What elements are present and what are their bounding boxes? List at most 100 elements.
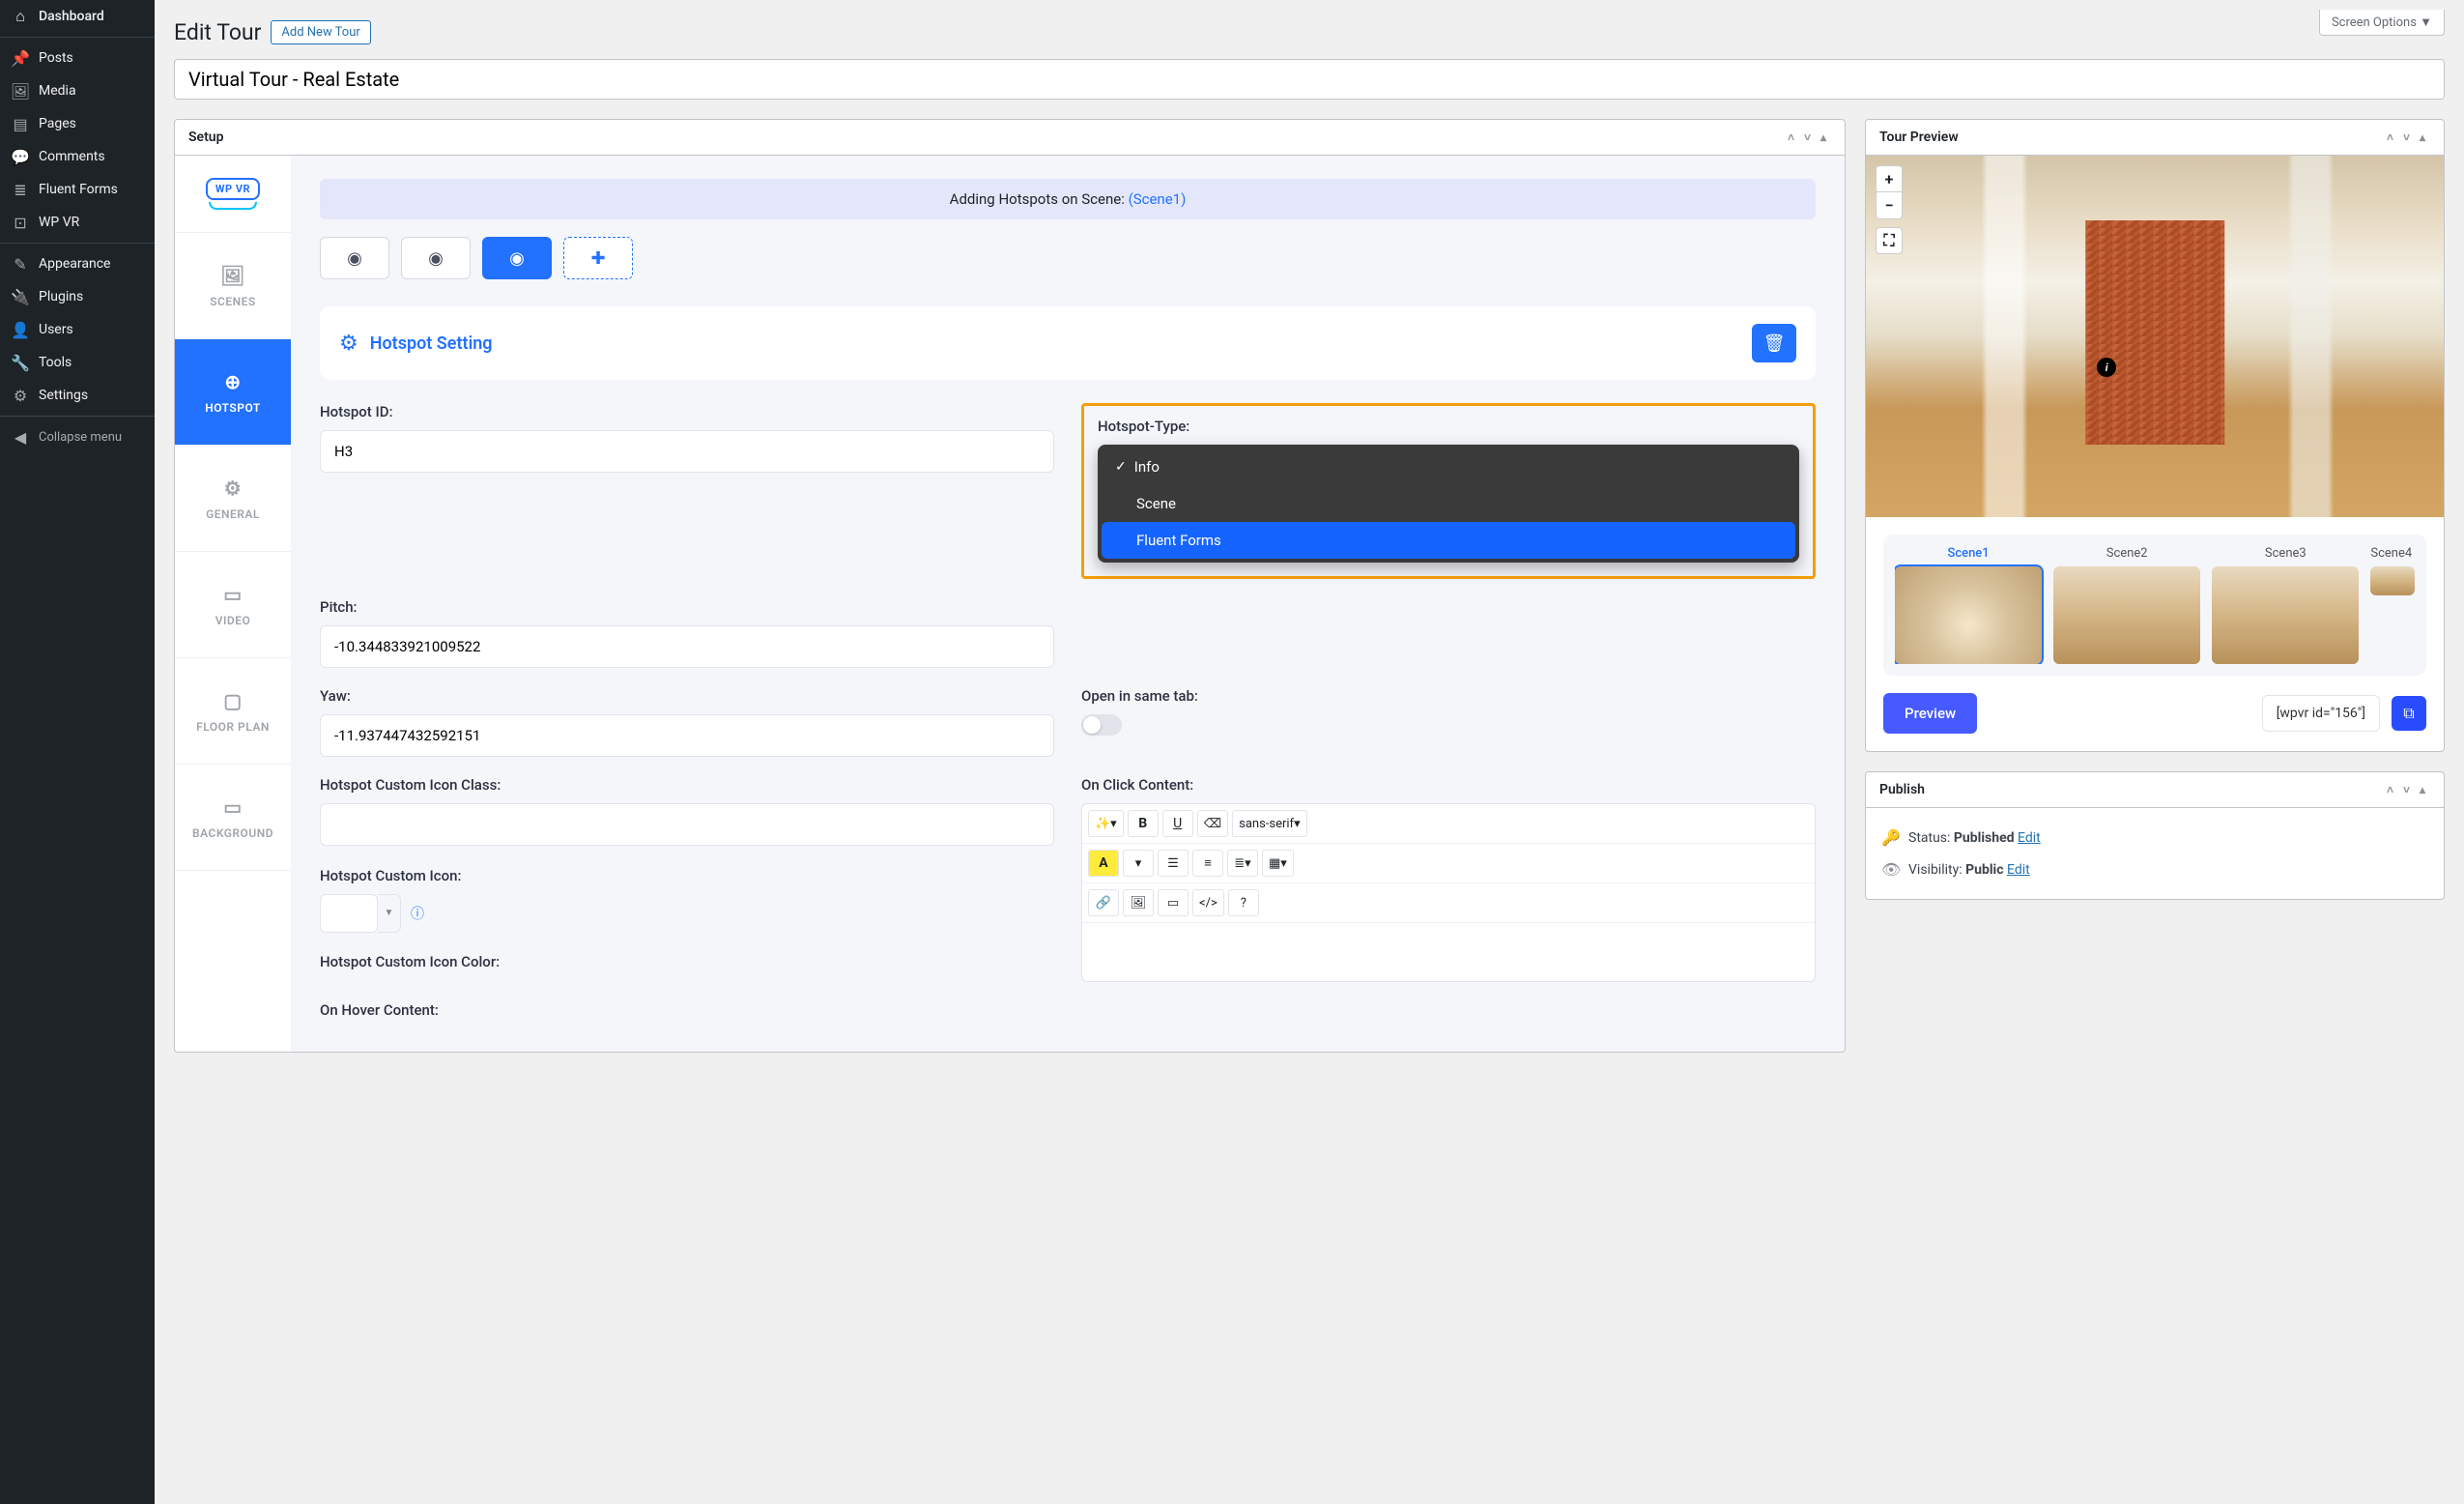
yaw-input[interactable] <box>320 714 1054 757</box>
ed-image-button[interactable]: 🖼 <box>1123 889 1154 916</box>
on-click-editor[interactable]: ✨▾ B U ⌫ sans-serif ▾ A ▾ <box>1081 803 1816 982</box>
pitch-input[interactable] <box>320 625 1054 668</box>
nav-plugins[interactable]: 🔌Plugins <box>0 280 155 313</box>
nav-users[interactable]: 👤Users <box>0 313 155 346</box>
ed-table-button[interactable]: ▦▾ <box>1262 850 1294 877</box>
ed-video-button[interactable]: ▭ <box>1158 889 1189 916</box>
nav-posts[interactable]: 📌Posts <box>0 37 155 74</box>
publish-box-title: Publish <box>1879 782 1925 797</box>
box-up-icon[interactable]: ˄ <box>1783 130 1799 144</box>
ed-align-button[interactable]: ≣▾ <box>1227 850 1258 877</box>
box-toggle-icon[interactable]: ▴ <box>2415 783 2430 796</box>
nav-comments[interactable]: 💬Comments <box>0 140 155 173</box>
nav-wpvr[interactable]: ⊡WP VR <box>0 206 155 239</box>
custom-icon-label: Hotspot Custom Icon: <box>320 867 1054 884</box>
nav-settings[interactable]: ⚙Settings <box>0 379 155 412</box>
dropdown-option-scene[interactable]: Scene <box>1102 485 1795 522</box>
dropdown-option-info[interactable]: Info <box>1102 448 1795 485</box>
nav-pages[interactable]: ▤Pages <box>0 107 155 140</box>
trash-icon: 🗑 <box>1763 333 1786 354</box>
hotspot-id-label: Hotspot ID: <box>320 403 1054 420</box>
hotspot-tab-3[interactable]: ◉ <box>482 237 552 279</box>
box-down-icon[interactable]: ˅ <box>1799 130 1816 144</box>
scene-thumb-2[interactable]: Scene2 <box>2053 546 2200 664</box>
hotspot-tab-2[interactable]: ◉ <box>401 237 471 279</box>
hotspot-id-input[interactable] <box>320 430 1054 473</box>
gear-icon: ⚙ <box>224 477 242 500</box>
dropdown-option-fluentforms[interactable]: Fluent Forms <box>1102 522 1795 559</box>
settings-icon: ⚙ <box>12 387 29 404</box>
add-hotspot-button[interactable]: ✚ <box>563 237 633 279</box>
nav-dashboard[interactable]: ⌂Dashboard <box>0 0 155 33</box>
ed-ul-button[interactable]: ☰ <box>1158 850 1189 877</box>
ed-help-button[interactable]: ? <box>1228 889 1259 916</box>
delete-hotspot-button[interactable]: 🗑 <box>1752 324 1796 362</box>
ed-ol-button[interactable]: ≡ <box>1192 850 1223 877</box>
nav-appearance[interactable]: ✎Appearance <box>0 243 155 280</box>
scene-thumbnails: Scene1 Scene2 Scene3 Scene4 <box>1883 535 2426 676</box>
wrench-icon: 🔧 <box>12 354 29 371</box>
icon-class-input[interactable] <box>320 803 1054 846</box>
edit-status-link[interactable]: Edit <box>2018 830 2041 846</box>
open-tab-toggle[interactable] <box>1081 714 1122 736</box>
tab-general[interactable]: ⚙GENERAL <box>175 446 291 552</box>
post-title-input[interactable] <box>174 59 2445 100</box>
pitch-label: Pitch: <box>320 598 1054 616</box>
ed-color-button[interactable]: A <box>1088 850 1119 877</box>
nav-collapse[interactable]: ◀Collapse menu <box>0 416 155 453</box>
ed-dd1[interactable]: ▾ <box>1123 850 1154 877</box>
scene-link[interactable]: (Scene1) <box>1129 190 1187 208</box>
box-toggle-icon[interactable]: ▴ <box>1816 130 1831 144</box>
zoom-out-button[interactable]: − <box>1876 192 1903 219</box>
ed-magic-icon[interactable]: ✨▾ <box>1088 810 1124 837</box>
tab-video[interactable]: ▭VIDEO <box>175 552 291 658</box>
tab-scenes[interactable]: 🖼SCENES <box>175 233 291 339</box>
tab-hotspot[interactable]: ⊕HOTSPOT <box>175 339 291 446</box>
setup-vertical-tabs: WP VR 🖼SCENES ⊕HOTSPOT ⚙GENERAL ▭VIDEO ▢… <box>175 156 291 1052</box>
scene-thumb-4[interactable]: Scene4 <box>2370 546 2415 664</box>
preview-button[interactable]: Preview <box>1883 693 1977 734</box>
ed-link-button[interactable]: 🔗 <box>1088 889 1119 916</box>
hotspot-type-label: Hotspot-Type: <box>1098 418 1799 435</box>
icon-picker[interactable] <box>320 894 378 933</box>
icon-color-label: Hotspot Custom Icon Color: <box>320 953 1054 970</box>
box-toggle-icon[interactable]: ▴ <box>2415 130 2430 144</box>
box-down-icon[interactable]: ˅ <box>2398 130 2415 144</box>
scene-banner: Adding Hotspots on Scene: (Scene1) <box>320 179 1816 219</box>
tab-background[interactable]: ▭BACKGROUND <box>175 765 291 871</box>
box-up-icon[interactable]: ˄ <box>2382 783 2398 796</box>
box-down-icon[interactable]: ˅ <box>2398 783 2415 796</box>
zoom-in-button[interactable]: + <box>1876 165 1903 192</box>
fullscreen-button[interactable]: ⛶ <box>1876 227 1903 254</box>
shortcode-display: [wpvr id="156"] <box>2262 695 2380 732</box>
scene-thumb-3[interactable]: Scene3 <box>2212 546 2359 664</box>
ed-bold-button[interactable]: B <box>1128 810 1159 837</box>
ed-erase-button[interactable]: ⌫ <box>1197 810 1228 837</box>
help-icon[interactable]: ⓘ <box>411 904 424 923</box>
nav-media[interactable]: 🖼Media <box>0 74 155 107</box>
copy-shortcode-button[interactable]: ⧉ <box>2392 696 2426 731</box>
hotspot-type-dropdown[interactable]: Info Scene Fluent Forms <box>1098 445 1799 563</box>
nav-tools[interactable]: 🔧Tools <box>0 346 155 379</box>
hotspot-marker[interactable]: i <box>2097 358 2116 377</box>
bg-icon: ▭ <box>223 795 242 819</box>
pages-icon: ▤ <box>12 115 29 132</box>
screen-options-toggle[interactable]: Screen Options ▼ <box>2319 10 2445 36</box>
hotspot-tab-1[interactable]: ◉ <box>320 237 389 279</box>
box-up-icon[interactable]: ˄ <box>2382 130 2398 144</box>
icon-picker-dropdown[interactable]: ▼ <box>378 894 401 933</box>
hotspot-setting-header: ⚙ Hotspot Setting 🗑 <box>320 306 1816 380</box>
publish-box: Publish ˄ ˅ ▴ 🔑 Status: Published Edit 👁 <box>1865 771 2445 900</box>
ed-code-button[interactable]: </> <box>1192 889 1224 916</box>
edit-visibility-link[interactable]: Edit <box>2007 862 2030 878</box>
scene-thumb-1[interactable]: Scene1 <box>1895 546 2042 664</box>
tab-floorplan[interactable]: ▢FLOOR PLAN <box>175 658 291 765</box>
panorama-viewer[interactable]: + − ⛶ i <box>1866 156 2444 517</box>
nav-fluentforms[interactable]: ≣Fluent Forms <box>0 173 155 206</box>
add-new-tour-button[interactable]: Add New Tour <box>271 20 370 44</box>
ed-font-select[interactable]: sans-serif ▾ <box>1232 810 1306 837</box>
ed-underline-button[interactable]: U <box>1162 810 1193 837</box>
copy-icon: ⧉ <box>2403 704 2414 723</box>
brush-icon: ✎ <box>12 255 29 273</box>
home-icon: ⌂ <box>12 8 29 25</box>
